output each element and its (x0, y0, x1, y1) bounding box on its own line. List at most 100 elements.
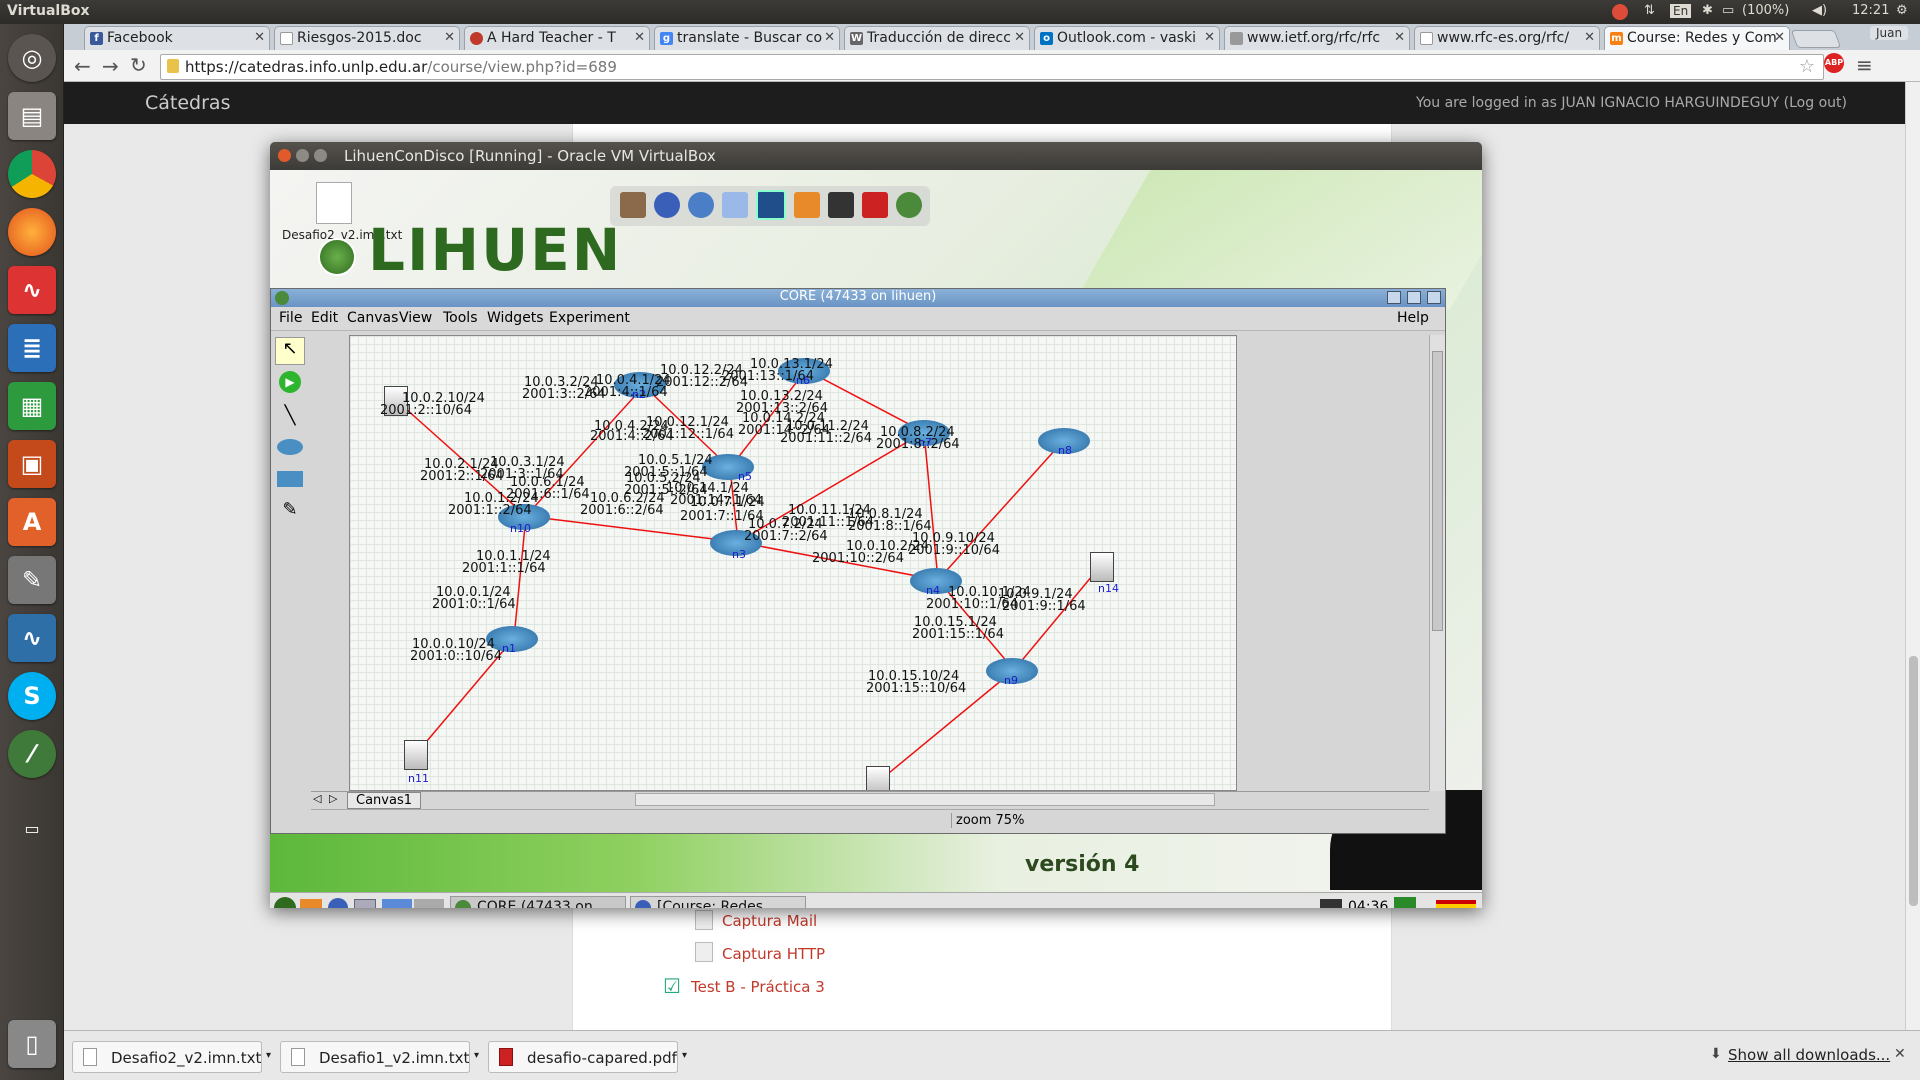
session-gear-icon[interactable]: ⚙ (1896, 3, 1908, 18)
tab-wikipedia[interactable]: W Traducción de direcc ✕ (844, 26, 1030, 50)
menu-tools[interactable]: Tools (443, 310, 478, 326)
skype-icon[interactable]: S (8, 672, 56, 720)
close-tab-icon[interactable]: ✕ (634, 30, 645, 45)
volume-icon[interactable]: ◀) (1812, 3, 1827, 18)
clock[interactable]: 12:21 (1852, 3, 1889, 18)
maximize-window-icon[interactable] (314, 149, 327, 162)
link-captura-http[interactable]: Captura HTTP (722, 945, 825, 963)
site-brand[interactable]: Cátedras (145, 92, 230, 114)
router-tool-icon[interactable] (277, 439, 303, 455)
guest-clock[interactable]: 04:36 (1348, 899, 1388, 908)
tab-scroll-left-icon[interactable]: ◁ (313, 792, 321, 805)
workspace-1[interactable] (382, 899, 412, 908)
tab-riesgos[interactable]: Riesgos-2015.doc ✕ (274, 26, 460, 50)
close-tab-icon[interactable]: ✕ (1394, 30, 1405, 45)
core-canvas[interactable]: n2 n5 n6 n7 n8 n3 n10 n4 n14 n1 n9 n11 n… (349, 335, 1237, 791)
workspace-2[interactable] (414, 899, 444, 908)
host-n13-icon[interactable] (866, 766, 890, 790)
login-info[interactable]: You are logged in as JUAN IGNACIO HARGUI… (1416, 95, 1847, 111)
menu-help[interactable]: Help (1397, 310, 1429, 326)
tab-course-redes[interactable]: m Course: Redes y Com ✕ (1604, 26, 1790, 50)
tab-translate[interactable]: g translate - Buscar co ✕ (654, 26, 840, 50)
chrome-icon[interactable] (8, 150, 56, 198)
bluetooth-icon[interactable]: ✱ (1702, 3, 1713, 18)
taskbar-browser-button[interactable]: [Course: Redes ... (630, 896, 806, 908)
download-item[interactable]: Desafio2_v2.imn.txt ▾ (72, 1041, 271, 1073)
close-tab-icon[interactable]: ✕ (1774, 30, 1785, 45)
dropdown-caret-icon[interactable]: ▾ (261, 1042, 275, 1072)
close-downloads-icon[interactable]: ✕ (1894, 1046, 1906, 1062)
minimize-window-icon[interactable] (1387, 291, 1401, 304)
tab-hard-teacher[interactable]: A Hard Teacher - T ✕ (464, 26, 650, 50)
guest-files-icon[interactable] (300, 899, 322, 908)
text-file-icon[interactable] (316, 182, 352, 224)
address-bar[interactable]: https://catedras.info.unlp.edu.ar/course… (160, 54, 1824, 80)
display-app-icon[interactable] (828, 192, 854, 218)
new-tab-button[interactable] (1790, 30, 1842, 48)
link-n14-n9[interactable] (1013, 563, 1103, 671)
chrome-tray-icon[interactable] (1612, 4, 1628, 20)
firefox-icon[interactable] (8, 208, 56, 256)
profile-button[interactable]: Juan (1870, 26, 1909, 40)
terminal-app-icon[interactable] (620, 192, 646, 218)
dropdown-caret-icon[interactable]: ▾ (677, 1042, 691, 1072)
page-scrollbar[interactable] (1905, 82, 1920, 1030)
close-tab-icon[interactable]: ✕ (254, 30, 265, 45)
menu-experiment[interactable]: Experiment (549, 310, 630, 326)
forward-arrow-icon[interactable]: → (102, 54, 119, 78)
reload-icon[interactable]: ↻ (130, 53, 147, 77)
back-arrow-icon[interactable]: ← (74, 54, 91, 78)
maximize-window-icon[interactable] (1407, 291, 1421, 304)
close-tab-icon[interactable]: ✕ (1204, 30, 1215, 45)
file-manager-icon[interactable]: ▤ (8, 92, 56, 140)
link-captura-mail[interactable]: Captura Mail (722, 912, 817, 930)
dropdown-caret-icon[interactable]: ▾ (469, 1042, 483, 1072)
battery-icon[interactable]: ▭ (1722, 3, 1734, 18)
link-n8-n4[interactable] (937, 439, 1065, 581)
mail-app-icon[interactable] (688, 192, 714, 218)
tab-rfc-es[interactable]: www.rfc-es.org/rfc/ ✕ (1414, 26, 1600, 50)
download-item[interactable]: Desafio1_v2.imn.txt ▾ (280, 1041, 479, 1073)
guest-desktop-icon[interactable] (354, 899, 376, 908)
folder-app-icon[interactable] (794, 192, 820, 218)
menu-file[interactable]: File (279, 310, 302, 326)
bookmark-star-icon[interactable]: ☆ (1799, 56, 1815, 77)
start-session-icon[interactable]: ▶ (279, 371, 301, 393)
host-n11-icon[interactable] (404, 740, 428, 770)
guest-browser-icon[interactable] (328, 898, 348, 908)
scrollbar-thumb[interactable] (1432, 351, 1443, 631)
trash-icon[interactable]: ▯ (8, 1020, 56, 1068)
show-all-downloads-link[interactable]: Show all downloads... (1728, 1046, 1890, 1064)
workspace-icon[interactable]: ▭ (8, 814, 56, 842)
switch-tool-icon[interactable] (277, 471, 303, 487)
writer-icon[interactable]: ≣ (8, 324, 56, 372)
system-monitor-icon[interactable]: ∿ (8, 614, 56, 662)
select-tool-icon[interactable]: ↖ (275, 337, 305, 365)
adblock-icon[interactable]: ABP (1824, 53, 1844, 73)
browser-app-icon[interactable] (654, 192, 680, 218)
close-window-icon[interactable] (1427, 291, 1441, 304)
canvas-h-scrollbar[interactable] (635, 793, 1215, 806)
calc-icon[interactable]: ▦ (8, 382, 56, 430)
tab-outlook[interactable]: o Outlook.com - vaski ✕ (1034, 26, 1220, 50)
dash-home-icon[interactable]: ◎ (8, 34, 56, 82)
exit-icon[interactable] (1394, 897, 1416, 908)
vbox-titlebar[interactable]: LihuenConDisco [Running] - Oracle VM Vir… (270, 142, 1482, 170)
pdf-viewer-icon[interactable]: ∿ (8, 266, 56, 314)
editor-app-icon[interactable] (722, 192, 748, 218)
annotation-tool-icon[interactable]: ✎ (277, 499, 303, 523)
presentation-app-icon[interactable] (862, 192, 888, 218)
network-icon[interactable] (1320, 899, 1342, 908)
close-tab-icon[interactable]: ✕ (1584, 30, 1595, 45)
settings-icon[interactable]: ✎ (8, 556, 56, 604)
spain-flag-icon[interactable] (1436, 900, 1476, 908)
core-app-icon[interactable] (896, 192, 922, 218)
close-window-icon[interactable] (278, 149, 291, 162)
tab-ietf[interactable]: www.ietf.org/rfc/rfc ✕ (1224, 26, 1410, 50)
keyboard-layout-indicator[interactable]: En (1670, 4, 1692, 18)
close-tab-icon[interactable]: ✕ (824, 30, 835, 45)
menu-widgets[interactable]: Widgets (487, 310, 544, 326)
impress-icon[interactable]: ▣ (8, 440, 56, 488)
menu-edit[interactable]: Edit (311, 310, 338, 326)
virtualbox-vm-icon[interactable]: ⁄ (8, 730, 56, 778)
